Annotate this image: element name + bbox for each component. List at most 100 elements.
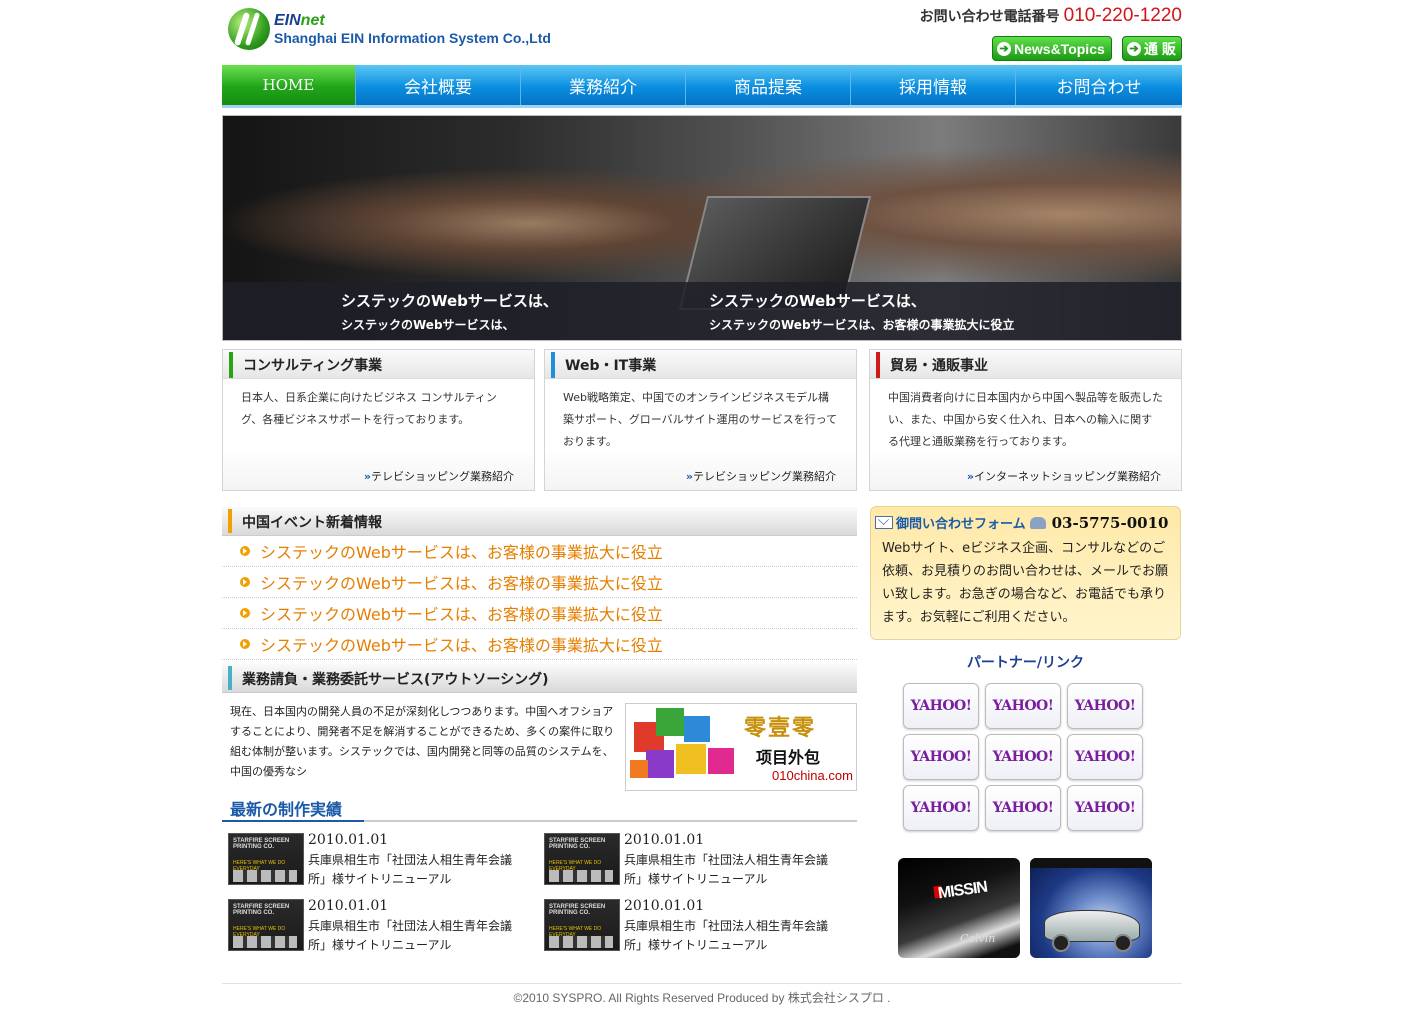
company-logo[interactable]: EINnet Shanghai EIN Information System C… <box>228 8 558 52</box>
work-thumbnail: STARFIRE SCREEN PRINTING CO. HERE'S WHAT … <box>544 899 620 951</box>
nav-contact[interactable]: お問合わせ <box>1016 65 1182 105</box>
nav-business[interactable]: 業務紹介 <box>521 65 686 105</box>
hero-caption-title: システックのWebサービスは、 <box>709 292 926 310</box>
thumb-shirts-image <box>233 870 297 882</box>
main-nav: HOME 会社概要 業務紹介 商品提案 採用情報 お問合わせ <box>222 65 1182 108</box>
service-link[interactable]: »テレビショッピング業務紹介 <box>364 468 514 484</box>
hero-caption-title: システックのWebサービスは、 <box>341 292 558 310</box>
double-chevron-icon: » <box>363 470 371 483</box>
event-item[interactable]: システックのWebサービスは、お客様の事業拡大に役立 <box>222 629 857 660</box>
work-description: 兵庫県相生市「社団法人相生青年会議所」様サイトリニューアル <box>624 853 829 886</box>
news-topics-button[interactable]: ➔ News&Topics <box>992 36 1112 61</box>
banner-cube-decoration <box>708 748 734 774</box>
event-item[interactable]: システックのWebサービスは、お客様の事業拡大に役立 <box>222 567 857 598</box>
service-accent-bar <box>876 352 880 378</box>
nav-recruit[interactable]: 採用情報 <box>851 65 1016 105</box>
nav-products[interactable]: 商品提案 <box>686 65 851 105</box>
promo-thumbnail-missing[interactable]: MISSIN Calvin <box>898 858 1020 958</box>
contact-phone: 03-5775-0010 <box>1051 513 1169 532</box>
hero-caption-right: システックのWebサービスは、 システックのWebサービスは、お客様の事業拡大に… <box>709 290 1015 333</box>
work-date: 2010.01.01 <box>308 832 389 848</box>
event-text: システックのWebサービスは、お客様の事業拡大に役立 <box>260 543 663 562</box>
service-title: 貿易・通販事业 <box>890 358 988 374</box>
promo-signature: Calvin <box>960 932 996 945</box>
banner-url: 010china.com <box>772 768 853 783</box>
work-item[interactable]: STARFIRE SCREEN PRINTING CO. HERE'S WHAT … <box>222 832 522 889</box>
service-description: Web戦略策定、中国でのオンラインビジネスモデル構築サポート、グローバルサイト運… <box>563 391 838 448</box>
event-item[interactable]: システックのWebサービスは、お客様の事業拡大に役立 <box>222 598 857 629</box>
telephone-icon <box>1029 516 1046 529</box>
work-date: 2010.01.01 <box>308 898 389 914</box>
service-title: Web・IT事業 <box>565 358 657 374</box>
contact-header: 御問い合わせフォーム 03-5775-0010 <box>875 513 1168 532</box>
contact-form-link[interactable]: 御問い合わせフォーム <box>896 513 1026 532</box>
thumb-title: STARFIRE SCREEN PRINTING CO. <box>549 838 606 850</box>
promo-top-bar <box>1030 858 1152 868</box>
partner-logo-yahoo[interactable]: YAHOO! <box>985 683 1061 729</box>
phone-number: 010-220-1220 <box>1063 5 1182 26</box>
work-thumbnail: STARFIRE SCREEN PRINTING CO. HERE'S WHAT … <box>228 899 304 951</box>
service-consulting: コンサルティング事業 日本人、日系企業に向けたビジネス コンサルティング、各種ビ… <box>222 349 535 491</box>
service-link-label: テレビショッピング業務紹介 <box>371 470 514 483</box>
car-wheel <box>1114 934 1132 952</box>
partner-logo-yahoo[interactable]: YAHOO! <box>903 785 979 831</box>
arrow-right-icon: ➔ <box>997 41 1011 56</box>
works-divider <box>222 820 857 822</box>
partner-logo-yahoo[interactable]: YAHOO! <box>985 734 1061 780</box>
double-chevron-icon: » <box>966 470 974 483</box>
contact-description: Webサイト、eビジネス企画、コンサルなどのご依頼、お見積りのお問い合わせは、メ… <box>882 541 1169 625</box>
page-container: EINnet Shanghai EIN Information System C… <box>222 0 1182 1027</box>
banner-title: 零壹零 <box>744 716 817 741</box>
work-item[interactable]: STARFIRE SCREEN PRINTING CO. HERE'S WHAT … <box>222 898 522 955</box>
logo-brand: EINnet <box>274 12 325 29</box>
service-description: 中国消費者向けに日本国内から中国へ製品等を販売したい、また、中国から安く仕入れ、… <box>888 391 1163 448</box>
service-accent-bar <box>551 352 555 378</box>
car-wheel <box>1052 934 1070 952</box>
outsource-description: 現在、日本国内の開発人員の不足が深刻化しつつあります。中国へオフショアすることに… <box>230 705 615 778</box>
events-list: システックのWebサービスは、お客様の事業拡大に役立 システックのWebサービス… <box>222 536 857 660</box>
outsource-title: 業務請負・業務委託サービス(アウトソーシング) <box>242 672 549 688</box>
bullet-arrow-icon <box>240 577 250 587</box>
event-text: システックのWebサービスは、お客様の事業拡大に役立 <box>260 605 663 624</box>
thumb-title: STARFIRE SCREEN PRINTING CO. <box>549 904 606 916</box>
work-description: 兵庫県相生市「社団法人相生青年会議所」様サイトリニューアル <box>308 919 513 952</box>
thumb-shirts-image <box>549 936 613 948</box>
service-link[interactable]: »テレビショッピング業務紹介 <box>686 468 836 484</box>
banner-cube-decoration <box>684 716 710 742</box>
partner-logo-yahoo[interactable]: YAHOO! <box>903 683 979 729</box>
banner-cube-decoration <box>676 744 706 774</box>
service-title: コンサルティング事業 <box>243 358 383 374</box>
event-text: システックのWebサービスは、お客様の事業拡大に役立 <box>260 636 663 655</box>
partner-logo-yahoo[interactable]: YAHOO! <box>985 785 1061 831</box>
work-description: 兵庫県相生市「社団法人相生青年会議所」様サイトリニューアル <box>624 919 829 952</box>
outsource-header: 業務請負・業務委託サービス(アウトソーシング) <box>222 664 857 693</box>
service-header: 貿易・通販事业 <box>870 350 1181 379</box>
hero-caption-left: システックのWebサービスは、 システックのWebサービスは、 <box>341 290 558 333</box>
arrow-right-icon: ➔ <box>1127 41 1141 56</box>
event-item[interactable]: システックのWebサービスは、お客様の事業拡大に役立 <box>222 536 857 567</box>
work-date: 2010.01.01 <box>624 898 705 914</box>
phone-label: お問い合わせ電話番号 <box>919 8 1060 24</box>
work-item[interactable]: STARFIRE SCREEN PRINTING CO. HERE'S WHAT … <box>538 898 838 955</box>
partner-logo-yahoo[interactable]: YAHOO! <box>1067 734 1143 780</box>
service-header: Web・IT事業 <box>545 350 856 379</box>
service-link-label: テレビショッピング業務紹介 <box>693 470 836 483</box>
bullet-arrow-icon <box>240 608 250 618</box>
bullet-arrow-icon <box>240 639 250 649</box>
service-link[interactable]: »インターネットショッピング業務紹介 <box>967 468 1161 484</box>
footer-divider <box>222 983 1182 984</box>
outsource-accent-bar <box>228 666 232 690</box>
nav-home[interactable]: HOME <box>222 65 356 105</box>
partner-logo-yahoo[interactable]: YAHOO! <box>1067 683 1143 729</box>
partners-title: パートナー/リンク <box>966 655 1085 671</box>
service-link-label: インターネットショッピング業務紹介 <box>974 470 1161 483</box>
service-description: 日本人、日系企業に向けたビジネス コンサルティング、各種ビジネスサポートを行って… <box>241 391 497 426</box>
partner-logo-yahoo[interactable]: YAHOO! <box>903 734 979 780</box>
promo-thumbnail-car[interactable] <box>1030 858 1152 958</box>
tsuhan-button[interactable]: ➔ 通 販 <box>1122 36 1182 61</box>
outsource-banner[interactable]: 零壹零 项目外包 010china.com <box>625 703 857 791</box>
events-header: 中国イベント新着情報 <box>222 507 857 536</box>
partner-logo-yahoo[interactable]: YAHOO! <box>1067 785 1143 831</box>
work-item[interactable]: STARFIRE SCREEN PRINTING CO. HERE'S WHAT … <box>538 832 838 889</box>
nav-company[interactable]: 会社概要 <box>356 65 521 105</box>
